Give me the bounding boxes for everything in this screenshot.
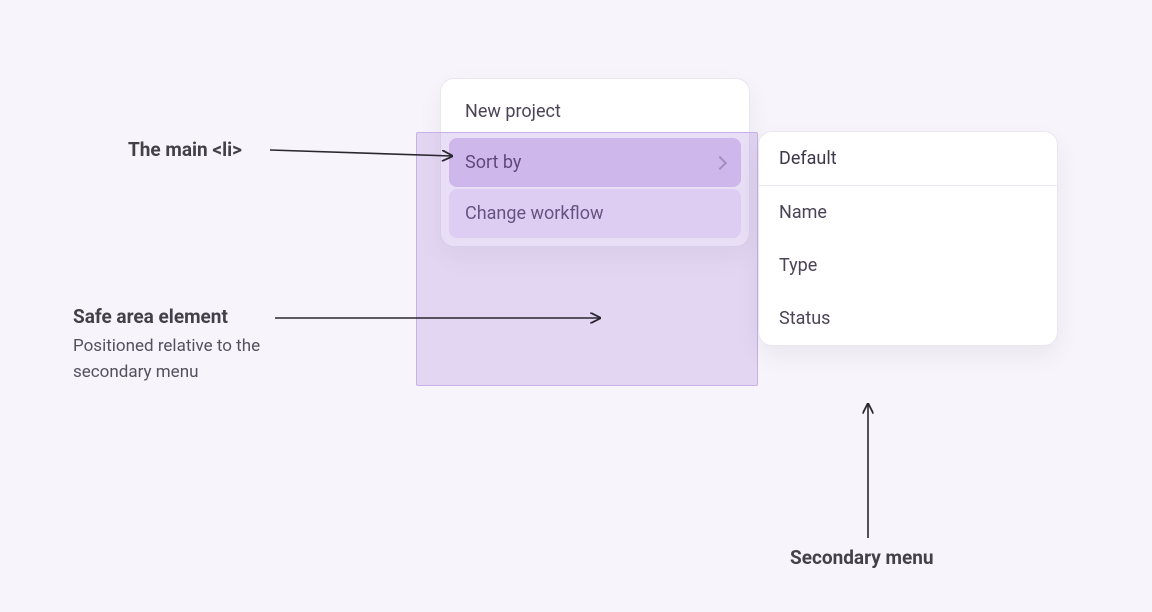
annotation-subtitle: Positioned relative to the secondary men…: [73, 334, 333, 385]
secondary-item-type[interactable]: Type: [759, 239, 1057, 292]
secondary-item-name[interactable]: Name: [759, 186, 1057, 239]
menu-item-change-workflow[interactable]: Change workflow: [449, 189, 741, 238]
annotation-safe-area: Safe area element Positioned relative to…: [73, 305, 333, 385]
menu-item-new-project[interactable]: New project: [449, 87, 741, 136]
secondary-item-label: Status: [779, 308, 830, 329]
secondary-item-label: Type: [779, 255, 817, 276]
menu-item-label: New project: [465, 101, 561, 122]
menu-item-sort-by[interactable]: Sort by: [449, 138, 741, 187]
annotation-main-li: The main <li>: [128, 138, 242, 161]
annotation-title: Safe area element: [73, 305, 333, 328]
annotation-secondary-menu: Secondary menu: [790, 546, 934, 569]
menu-item-label: Sort by: [465, 152, 521, 173]
secondary-item-default[interactable]: Default: [759, 132, 1057, 186]
secondary-item-label: Name: [779, 202, 827, 223]
menu-item-label: Change workflow: [465, 203, 604, 224]
secondary-menu: Default Name Type Status: [758, 131, 1058, 346]
secondary-item-label: Default: [779, 148, 837, 169]
annotation-title: The main <li>: [128, 138, 242, 161]
primary-menu: New project Sort by Change workflow: [440, 78, 750, 247]
arrow-main-li: [270, 150, 452, 156]
chevron-right-icon: [713, 155, 727, 169]
annotation-title: Secondary menu: [790, 546, 934, 569]
secondary-item-status[interactable]: Status: [759, 292, 1057, 345]
